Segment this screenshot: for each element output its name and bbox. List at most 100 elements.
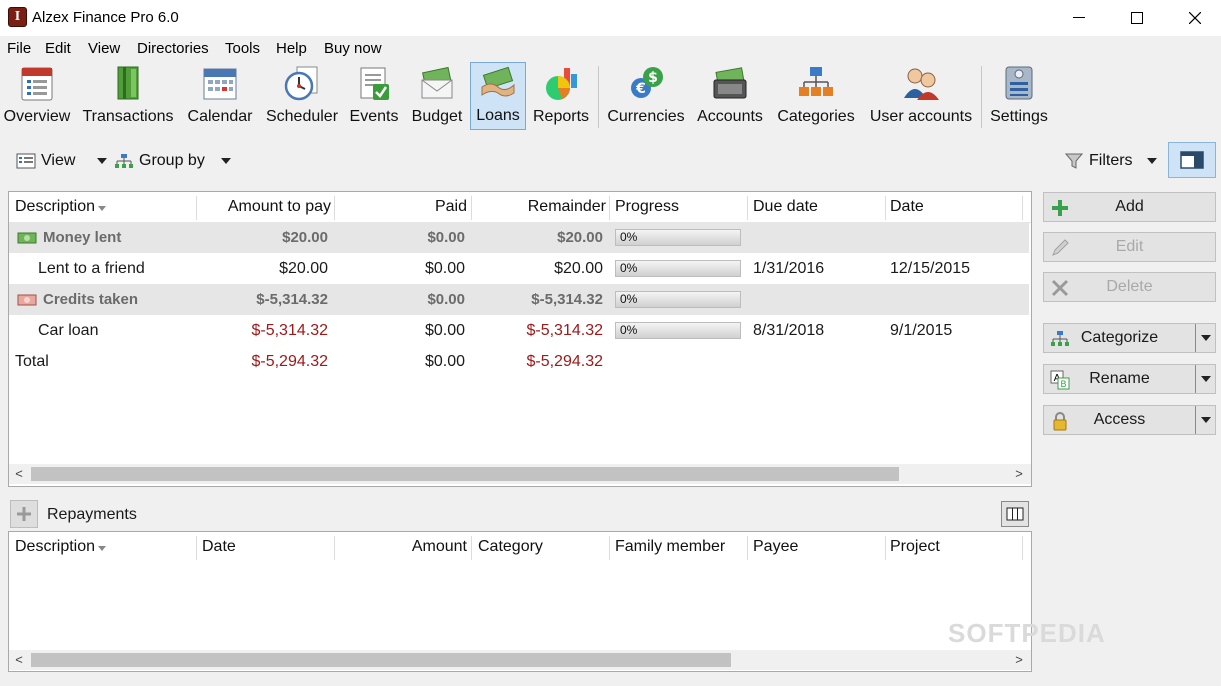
toolbar-separator: [598, 66, 599, 128]
column-header-paid[interactable]: Paid: [337, 192, 467, 222]
table-row[interactable]: Lent to a friend $20.00 $0.00 $20.00 0% …: [9, 253, 1029, 284]
menu-file[interactable]: File: [7, 40, 31, 57]
menu-tools[interactable]: Tools: [225, 40, 260, 57]
add-repayment-button[interactable]: [10, 500, 38, 528]
toolbar-scheduler-label: Scheduler: [265, 108, 339, 125]
svg-text:$: $: [648, 70, 658, 86]
toolbar-reports[interactable]: Reports: [530, 62, 592, 130]
view-dropdown[interactable]: View: [16, 152, 108, 170]
toolbar-budget[interactable]: Budget: [408, 62, 466, 130]
toolbar-accounts-label: Accounts: [697, 108, 763, 125]
loan-paid: $0.00: [424, 260, 465, 277]
group-row-credits-taken[interactable]: Credits taken $-5,314.32 $0.00 $-5,314.3…: [9, 284, 1029, 315]
maximize-button[interactable]: [1108, 0, 1166, 36]
menu-directories[interactable]: Directories: [137, 40, 209, 57]
scroll-left-icon[interactable]: <: [11, 464, 27, 484]
app-logo-icon: I: [8, 7, 27, 27]
scrollbar-thumb[interactable]: [31, 653, 731, 667]
total-label: Total: [15, 353, 49, 370]
total-remainder: $-5,294.32: [526, 353, 603, 370]
scroll-right-icon[interactable]: >: [1011, 464, 1027, 484]
column-header-description[interactable]: Description: [15, 192, 107, 222]
group-row-money-lent[interactable]: Money lent $20.00 $0.00 $20.00 0%: [9, 222, 1029, 253]
loan-due-date: 8/31/2018: [753, 322, 825, 339]
categorize-button[interactable]: Categorize: [1043, 323, 1216, 353]
group-by-label: Group by: [139, 152, 205, 169]
minimize-button[interactable]: [1050, 0, 1108, 36]
watermark: SOFTPEDIA: [948, 618, 1106, 648]
table-row[interactable]: Car loan $-5,314.32 $0.00 $-5,314.32 0% …: [9, 315, 1029, 346]
toolbar-separator: [981, 66, 982, 128]
horizontal-scrollbar[interactable]: < >: [9, 464, 1031, 484]
plus-icon: [17, 507, 31, 521]
toolbar-loans[interactable]: Loans: [470, 62, 526, 130]
group-paid: $0.00: [427, 229, 465, 246]
column-header-amount[interactable]: Amount: [337, 532, 467, 562]
scroll-right-icon[interactable]: >: [1011, 650, 1027, 670]
view-list-icon: [16, 153, 36, 169]
title-bar: I Alzex Finance Pro 6.0: [0, 0, 1221, 36]
group-amount: $-5,314.32: [256, 291, 328, 308]
access-button[interactable]: Access: [1043, 405, 1216, 435]
menu-bar: File Edit View Directories Tools Help Bu…: [0, 38, 1221, 60]
columns-icon: [1006, 507, 1024, 521]
group-name: Money lent: [43, 229, 122, 246]
toolbar-currencies[interactable]: € $ Currencies: [606, 62, 686, 130]
group-remainder: $20.00: [557, 229, 603, 246]
menu-view[interactable]: View: [88, 40, 120, 57]
toolbar-scheduler[interactable]: Scheduler: [264, 62, 340, 130]
menu-buy-now[interactable]: Buy now: [324, 40, 382, 57]
column-header-due-date[interactable]: Due date: [753, 192, 818, 222]
filters-dropdown[interactable]: Filters: [1065, 152, 1157, 170]
column-header-payee[interactable]: Payee: [753, 532, 798, 562]
toolbar-loans-label: Loans: [476, 107, 520, 124]
delete-button[interactable]: Delete: [1043, 272, 1216, 302]
toolbar-overview[interactable]: Overview: [2, 62, 72, 130]
toolbar-events[interactable]: Events: [347, 62, 401, 130]
loan-amount: $20.00: [279, 260, 328, 277]
rename-button[interactable]: AB Rename: [1043, 364, 1216, 394]
loan-description: Car loan: [38, 322, 99, 339]
menu-help[interactable]: Help: [276, 40, 307, 57]
toolbar-accounts[interactable]: Accounts: [694, 62, 766, 130]
column-header-progress[interactable]: Progress: [615, 192, 679, 222]
menu-edit[interactable]: Edit: [45, 40, 71, 57]
hierarchy-icon: [797, 64, 835, 102]
columns-button[interactable]: [1001, 501, 1029, 527]
horizontal-scrollbar[interactable]: < >: [9, 650, 1031, 670]
add-button[interactable]: Add: [1043, 192, 1216, 222]
total-row: Total $-5,294.32 $0.00 $-5,294.32: [9, 346, 1029, 377]
column-header-family-member[interactable]: Family member: [615, 532, 725, 562]
column-header-date[interactable]: Date: [202, 532, 236, 562]
main-toolbar: Overview Transactions Calendar Scheduler…: [0, 60, 1221, 132]
edit-button[interactable]: Edit: [1043, 232, 1216, 262]
scroll-left-icon[interactable]: <: [11, 650, 27, 670]
column-header-remainder[interactable]: Remainder: [474, 192, 606, 222]
column-header-project[interactable]: Project: [890, 532, 940, 562]
column-header-amount-to-pay[interactable]: Amount to pay: [199, 192, 331, 222]
toolbar-settings[interactable]: Settings: [988, 62, 1050, 130]
toolbar-overview-label: Overview: [3, 108, 71, 125]
toolbar-calendar[interactable]: Calendar: [185, 62, 255, 130]
side-panel-toggle-button[interactable]: [1168, 142, 1216, 178]
column-header-date[interactable]: Date: [890, 192, 924, 222]
rename-dropdown[interactable]: [1195, 365, 1215, 393]
clock-icon: [283, 64, 321, 102]
toolbar-user-accounts[interactable]: User accounts: [868, 62, 974, 130]
access-dropdown[interactable]: [1195, 406, 1215, 434]
close-button[interactable]: [1166, 0, 1221, 36]
scrollbar-thumb[interactable]: [31, 467, 899, 481]
group-by-dropdown[interactable]: Group by: [114, 152, 231, 170]
toolbar-categories[interactable]: Categories: [774, 62, 858, 130]
column-header-category[interactable]: Category: [478, 532, 543, 562]
progress-bar: 0%: [615, 322, 741, 339]
total-paid: $0.00: [424, 353, 465, 370]
checklist-icon: [355, 64, 393, 102]
toolbar-reports-label: Reports: [532, 108, 590, 125]
categorize-dropdown[interactable]: [1195, 324, 1215, 352]
toolbar-transactions[interactable]: Transactions: [81, 62, 175, 130]
loan-description: Lent to a friend: [38, 260, 145, 277]
column-header-description[interactable]: Description: [15, 532, 107, 562]
group-name: Credits taken: [43, 291, 139, 308]
view-label: View: [41, 152, 76, 169]
